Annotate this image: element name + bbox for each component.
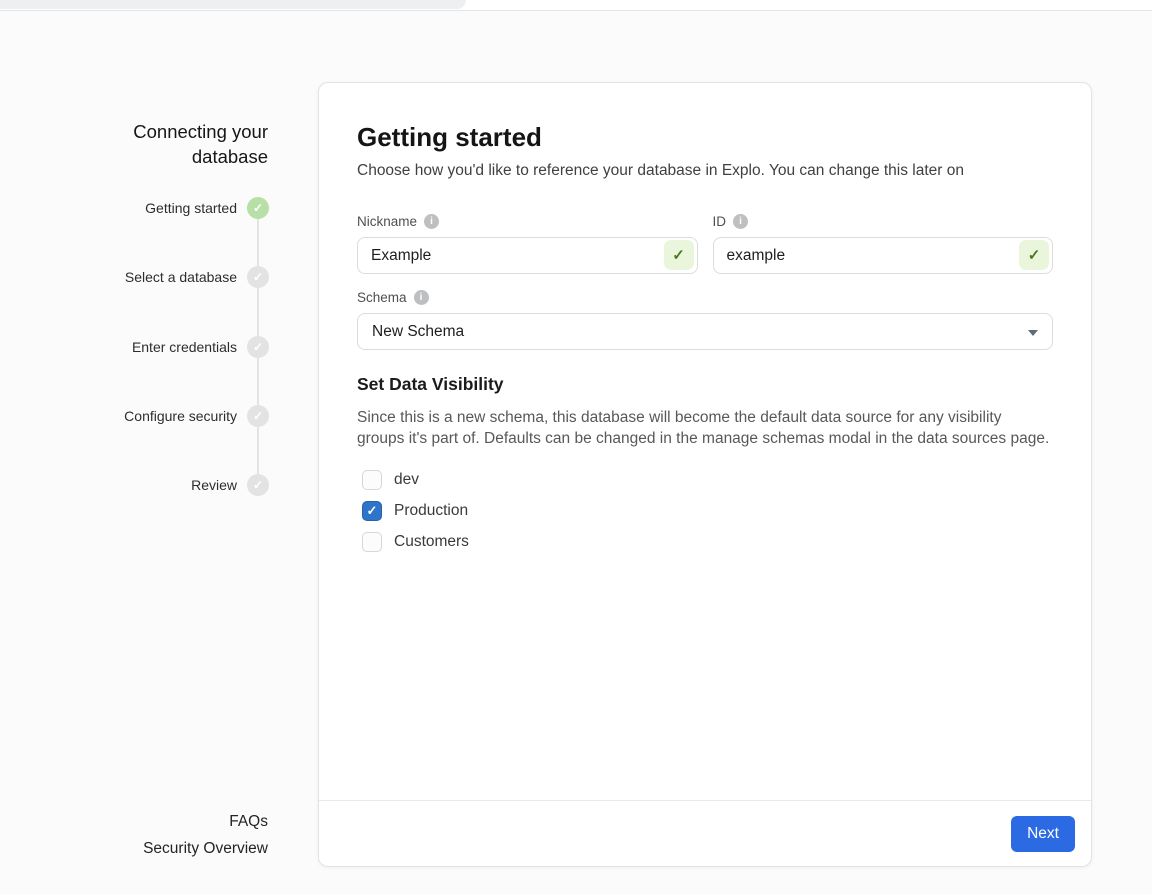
nickname-input[interactable] xyxy=(357,237,698,274)
page: Connecting your database Getting started… xyxy=(0,0,1152,894)
page-title: Getting started xyxy=(357,121,1053,153)
info-icon[interactable]: i xyxy=(414,290,429,305)
page-subtitle: Choose how you'd like to reference your … xyxy=(357,162,1053,180)
schema-label-row: Schema i xyxy=(357,290,1053,305)
visibility-group-production[interactable]: ✓ Production xyxy=(362,501,1053,521)
check-icon: ✓ xyxy=(253,201,263,215)
step-label-getting-started: Getting started xyxy=(67,198,237,218)
check-icon: ✓ xyxy=(253,270,263,284)
valid-check-badge: ✓ xyxy=(1019,240,1049,270)
check-icon: ✓ xyxy=(253,478,263,492)
id-input[interactable] xyxy=(713,237,1054,274)
info-icon[interactable]: i xyxy=(424,214,439,229)
schema-label: Schema xyxy=(357,290,407,305)
schema-selected-value: New Schema xyxy=(372,323,464,341)
faqs-link[interactable]: FAQs xyxy=(48,812,268,832)
card-body: Getting started Choose how you'd like to… xyxy=(319,83,1091,552)
wizard-sidebar: Connecting your database Getting started… xyxy=(0,0,318,894)
nickname-field-group: Nickname i ✓ xyxy=(357,214,698,274)
data-visibility-heading: Set Data Visibility xyxy=(357,374,1053,395)
card-footer: Next xyxy=(319,800,1091,866)
checkbox-label-production: Production xyxy=(394,502,468,520)
check-icon: ✓ xyxy=(1028,246,1041,264)
getting-started-card: Getting started Choose how you'd like to… xyxy=(318,82,1092,867)
step-indicator-enter-credentials: ✓ xyxy=(247,336,269,358)
id-label: ID xyxy=(713,214,727,229)
check-icon: ✓ xyxy=(672,246,685,264)
check-icon: ✓ xyxy=(253,409,263,423)
step-indicator-configure-security: ✓ xyxy=(247,405,269,427)
id-input-wrap: ✓ xyxy=(713,237,1054,274)
checkbox-label-dev: dev xyxy=(394,471,419,489)
info-icon[interactable]: i xyxy=(733,214,748,229)
step-label-select-database: Select a database xyxy=(67,267,237,287)
nickname-input-wrap: ✓ xyxy=(357,237,698,274)
step-indicator-getting-started: ✓ xyxy=(247,197,269,219)
id-label-row: ID i xyxy=(713,214,1054,229)
step-label-enter-credentials: Enter credentials xyxy=(67,337,237,357)
valid-check-badge: ✓ xyxy=(664,240,694,270)
checkbox-dev[interactable]: ✓ xyxy=(362,470,382,490)
next-button[interactable]: Next xyxy=(1011,816,1075,852)
visibility-group-dev[interactable]: ✓ dev xyxy=(362,470,1053,490)
check-icon: ✓ xyxy=(367,503,378,519)
security-overview-link[interactable]: Security Overview xyxy=(48,839,268,859)
id-field-group: ID i ✓ xyxy=(713,214,1054,274)
check-icon: ✓ xyxy=(253,340,263,354)
name-id-fields-row: Nickname i ✓ ID i xyxy=(357,214,1053,274)
step-label-configure-security: Configure security xyxy=(67,406,237,426)
visibility-group-customers[interactable]: ✓ Customers xyxy=(362,532,1053,552)
checkbox-customers[interactable]: ✓ xyxy=(362,532,382,552)
step-label-review: Review xyxy=(67,475,237,495)
step-indicator-review: ✓ xyxy=(247,474,269,496)
visibility-group-list: ✓ dev ✓ Production ✓ Customers xyxy=(362,470,1053,552)
wizard-title: Connecting your database xyxy=(98,119,268,169)
checkbox-label-customers: Customers xyxy=(394,533,469,551)
schema-field-group: Schema i New Schema xyxy=(357,290,1053,350)
nickname-label-row: Nickname i xyxy=(357,214,698,229)
schema-select[interactable]: New Schema xyxy=(357,313,1053,350)
checkbox-production[interactable]: ✓ xyxy=(362,501,382,521)
step-indicator-select-database: ✓ xyxy=(247,266,269,288)
caret-down-icon xyxy=(1028,330,1038,336)
nickname-label: Nickname xyxy=(357,214,417,229)
data-visibility-description: Since this is a new schema, this databas… xyxy=(357,408,1053,449)
